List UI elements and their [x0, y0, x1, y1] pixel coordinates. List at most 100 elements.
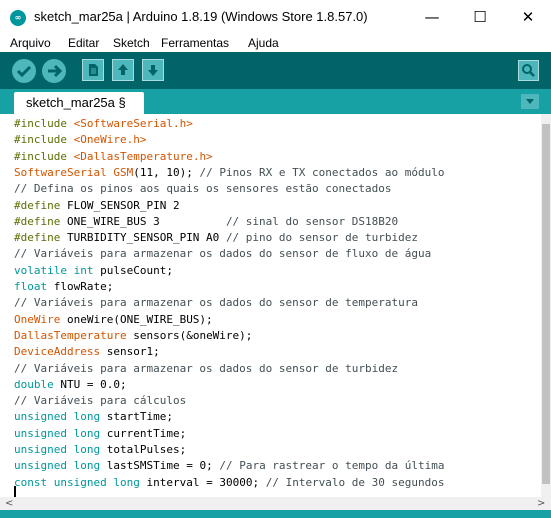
code-token: #include [14, 133, 67, 147]
code-token: totalPulses; [100, 443, 187, 456]
scroll-right-arrow[interactable]: > [537, 497, 545, 510]
menu-sketch[interactable]: Sketch [113, 36, 150, 50]
close-button[interactable]: ✕ [508, 5, 548, 29]
text-caret [14, 486, 16, 497]
tab-bar: sketch_mar25a § [0, 89, 551, 114]
scroll-left-arrow[interactable]: < [5, 497, 13, 510]
code-token: unsigned [14, 410, 67, 424]
title-bar: ∞ sketch_mar25a | Arduino 1.8.19 (Window… [0, 0, 551, 34]
code-line: // Variáveis para cálculos [14, 393, 186, 409]
open-icon [118, 64, 128, 75]
code-line: volatile int pulseCount; [14, 263, 173, 279]
maximize-button[interactable]: ☐ [460, 5, 500, 29]
code-line: const unsigned long interval = 30000; //… [14, 475, 445, 491]
open-button[interactable] [112, 59, 134, 81]
code-token: sensors(&oneWire); [126, 328, 253, 342]
code-token: SoftwareSerial [14, 165, 107, 179]
code-token: GSM [113, 165, 134, 179]
code-token: OneWire [14, 312, 61, 326]
code-token: oneWire(ONE_WIRE_BUS); [60, 312, 213, 326]
code-token: #include [14, 117, 67, 130]
code-token: long [113, 475, 140, 489]
chevron-down-icon [526, 99, 534, 104]
code-line: // Variáveis para armazenar os dados do … [14, 361, 398, 377]
code-line: #include <OneWire.h> [14, 132, 146, 148]
menu-arquivo[interactable]: Arquivo [10, 36, 51, 50]
new-button[interactable] [82, 59, 104, 81]
code-token: // Variáveis para armazenar os dados do … [14, 296, 418, 310]
code-line: // Variáveis para armazenar os dados do … [14, 295, 418, 311]
code-token: // Defina os pinos aos quais os sensores… [14, 182, 392, 196]
menu-bar: Arquivo Editar Sketch Ferramentas Ajuda [0, 34, 551, 52]
code-token: DallasTemperature [14, 328, 127, 342]
code-token: unsigned [53, 475, 107, 489]
code-token: // sinal do sensor DS18B20 [225, 214, 399, 228]
code-token: // Variáveis para cálculos [14, 394, 187, 408]
code-token: long [73, 443, 101, 456]
horizontal-scrollbar[interactable]: < > [0, 497, 551, 510]
code-token: const [14, 475, 48, 489]
verify-icon [16, 65, 32, 78]
code-token: (11, 10); [133, 165, 200, 179]
code-token: double [14, 377, 54, 391]
code-token: int [73, 263, 94, 277]
code-line: #include <DallasTemperature.h> [14, 149, 213, 165]
menu-editar[interactable]: Editar [68, 36, 99, 50]
code-token: // Pinos RX e TX conectados ao módulo [199, 165, 445, 179]
code-token: float [14, 280, 48, 293]
new-icon [89, 64, 98, 76]
code-token: #include [14, 149, 67, 163]
code-token: lastSMSTime = 0; [100, 459, 220, 473]
code-token: interval = 30000; [139, 475, 266, 489]
tab-sketch[interactable]: sketch_mar25a § [14, 92, 144, 114]
menu-ferramentas[interactable]: Ferramentas [161, 36, 229, 50]
serial-monitor-icon [522, 64, 535, 77]
code-line: #define FLOW_SENSOR_PIN 2 [14, 198, 180, 214]
arduino-logo-icon: ∞ [10, 10, 26, 26]
code-line: unsigned long currentTime; [14, 426, 186, 442]
tab-menu-button[interactable] [521, 94, 539, 109]
code-token: <DallasTemperature.h> [73, 149, 213, 163]
vertical-scrollbar[interactable] [541, 114, 551, 497]
code-token: long [73, 459, 101, 473]
serial-monitor-button[interactable] [518, 60, 539, 81]
code-token: NTU = 0.0; [53, 377, 127, 391]
code-line: #define TURBIDITY_SENSOR_PIN A0 // pino … [14, 230, 418, 246]
vertical-scroll-thumb[interactable] [542, 124, 550, 484]
code-token: #define [14, 198, 61, 212]
code-token: unsigned [14, 459, 67, 473]
code-token: unsigned [14, 443, 67, 456]
code-token: FLOW_SENSOR_PIN 2 [60, 198, 180, 212]
status-bar [0, 510, 551, 518]
code-editor[interactable]: #include <SoftwareSerial.h> #include <One… [0, 114, 541, 497]
code-line: #define ONE_WIRE_BUS 3 // sinal do senso… [14, 214, 398, 230]
code-token: DeviceAddress [14, 345, 101, 359]
menu-ajuda[interactable]: Ajuda [248, 36, 279, 50]
minimize-button[interactable]: — [412, 5, 452, 29]
code-token: long [73, 426, 101, 440]
window-title: sketch_mar25a | Arduino 1.8.19 (Windows … [34, 9, 368, 24]
code-line: double NTU = 0.0; [14, 377, 127, 393]
code-token: // Variáveis para armazenar os dados do … [14, 361, 399, 375]
code-token: startTime; [100, 410, 173, 424]
save-button[interactable] [142, 59, 164, 81]
code-line: unsigned long startTime; [14, 409, 173, 425]
code-token: // Para rastrear o tempo da última [219, 459, 445, 473]
upload-button[interactable] [42, 59, 66, 83]
toolbar [0, 52, 551, 89]
code-line: DallasTemperature sensors(&oneWire); [14, 328, 252, 344]
code-line: // Defina os pinos aos quais os sensores… [14, 181, 392, 197]
code-token: #define [14, 214, 61, 228]
verify-button[interactable] [12, 59, 36, 83]
code-token: // pino do sensor de turbidez [225, 231, 418, 245]
code-token: sensor1; [100, 345, 160, 359]
code-token: // Variáveis para armazenar os dados do … [14, 247, 432, 261]
